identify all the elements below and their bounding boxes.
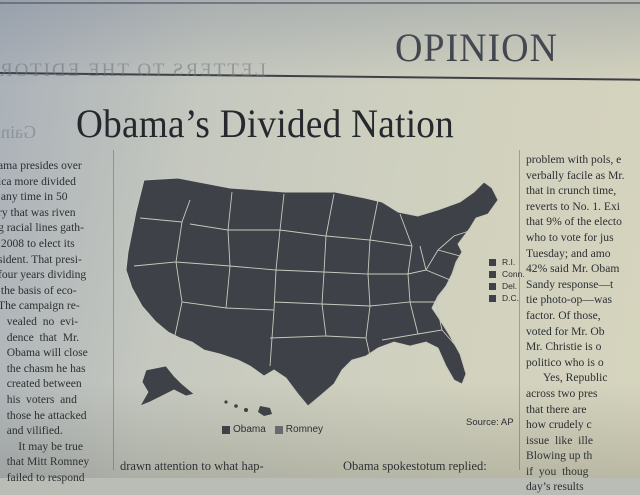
right-column-line: that in crunch time, xyxy=(526,184,617,198)
left-column-line: vealed no evi- xyxy=(0,314,79,328)
right-column-line: 42% said Mr. Obam xyxy=(526,262,620,276)
small-state-swatch xyxy=(489,282,496,290)
bleedthrough-header: LETTERS TO THE EDITOR xyxy=(0,60,267,81)
right-column-line: Yes, Republic xyxy=(526,371,608,385)
alaska-shape xyxy=(139,365,195,407)
small-state-legend-item: R.I. xyxy=(489,256,525,268)
bottom-middle-text: drawn attention to what hap- xyxy=(120,459,264,473)
right-column-line: Sandy response—t xyxy=(526,277,614,291)
right-column-line: factor. Of those, xyxy=(526,308,601,322)
left-column-line: It may be true xyxy=(0,439,83,453)
left-column-line: those he attacked xyxy=(0,408,87,422)
right-column-line: politico who is o xyxy=(526,355,604,369)
small-state-label: D.C. xyxy=(502,293,519,303)
left-column-line: four years dividing xyxy=(0,268,87,282)
left-column-line: Obama will close xyxy=(0,346,88,360)
article-headline: Obama’s Divided Nation xyxy=(76,101,455,146)
left-column-line: dence that Mr. xyxy=(0,330,80,344)
column-divider-right xyxy=(519,150,520,470)
bleedthrough-fragment: Gains xyxy=(0,122,36,142)
section-title: OPINION xyxy=(395,25,558,70)
small-state-label: Del. xyxy=(502,281,518,291)
small-state-label: R.I. xyxy=(502,257,516,267)
legend-romney-label: Romney xyxy=(285,424,324,435)
right-column-line: issue like ille xyxy=(526,433,593,447)
right-column-line: verbally facile as Mr. xyxy=(526,168,625,182)
left-column-line: his voters and xyxy=(0,392,77,406)
left-column-line: g racial lines gath- xyxy=(0,221,84,235)
left-column-line: The campaign re- xyxy=(0,299,80,313)
small-state-swatch xyxy=(489,258,496,266)
small-state-swatch xyxy=(489,294,496,302)
left-column-line: the basis of eco- xyxy=(0,283,77,297)
right-column-line: tie photo-op—was xyxy=(526,293,612,307)
map-source: Source: AP xyxy=(466,417,514,428)
left-column-line: created between xyxy=(0,377,82,391)
column-divider-left xyxy=(113,150,114,470)
small-states-legend: R.I. Conn. Del. D.C. xyxy=(489,256,525,304)
right-column-line: Tuesday; and amo xyxy=(526,246,611,260)
right-column-line: across two pres xyxy=(526,386,598,400)
small-state-legend-item: Del. xyxy=(489,280,525,292)
romney-swatch xyxy=(274,425,283,434)
right-column-line: day’s results xyxy=(526,480,584,494)
right-column-line: reverts to No. 1. Exi xyxy=(526,199,621,213)
us-election-map xyxy=(125,177,499,416)
right-column-line: Mr. Christie is o xyxy=(526,340,602,354)
left-column-line: any time in 50 xyxy=(0,190,68,204)
right-column-line: how crudely c xyxy=(526,418,592,432)
left-column-line: sident. That presi- xyxy=(0,252,82,266)
right-column-line: that 9% of the electo xyxy=(526,215,622,229)
hawaii-shape xyxy=(224,400,272,416)
left-column-line: the chasm he has xyxy=(0,361,86,375)
left-column-line: and vilified. xyxy=(0,424,63,438)
right-column-line: if you thoug xyxy=(526,464,589,478)
map-legend: Obama Romney xyxy=(222,424,323,435)
bottom-right-text: Obama spokestotum replied: xyxy=(343,459,487,473)
top-rule xyxy=(0,2,640,4)
left-column-line: ama presides over xyxy=(0,159,82,172)
legend-obama-label: Obama xyxy=(233,424,266,435)
right-column-line: voted for Mr. Ob xyxy=(526,324,605,338)
left-column-line: ry that was riven xyxy=(0,205,76,219)
small-state-legend-item: Conn. xyxy=(489,268,525,280)
right-column-line: problem with pols, e xyxy=(526,153,622,166)
obama-swatch xyxy=(222,425,230,434)
right-column-text: problem with pols, e verbally facile as M… xyxy=(526,152,625,495)
right-column-line: Blowing up th xyxy=(526,449,593,463)
small-state-legend-item: D.C. xyxy=(489,292,525,304)
left-column-line: 2008 to elect its xyxy=(0,236,75,250)
left-column-line: ica more divided xyxy=(0,174,76,188)
left-column-line: that Mitt Romney xyxy=(0,455,90,469)
small-state-swatch xyxy=(489,270,496,278)
right-column-line: who to vote for jus xyxy=(526,230,614,244)
left-column-text: ama presides over ica more divided any ti… xyxy=(0,158,89,485)
right-column-line: that there are xyxy=(526,402,587,416)
small-state-label: Conn. xyxy=(502,269,525,279)
